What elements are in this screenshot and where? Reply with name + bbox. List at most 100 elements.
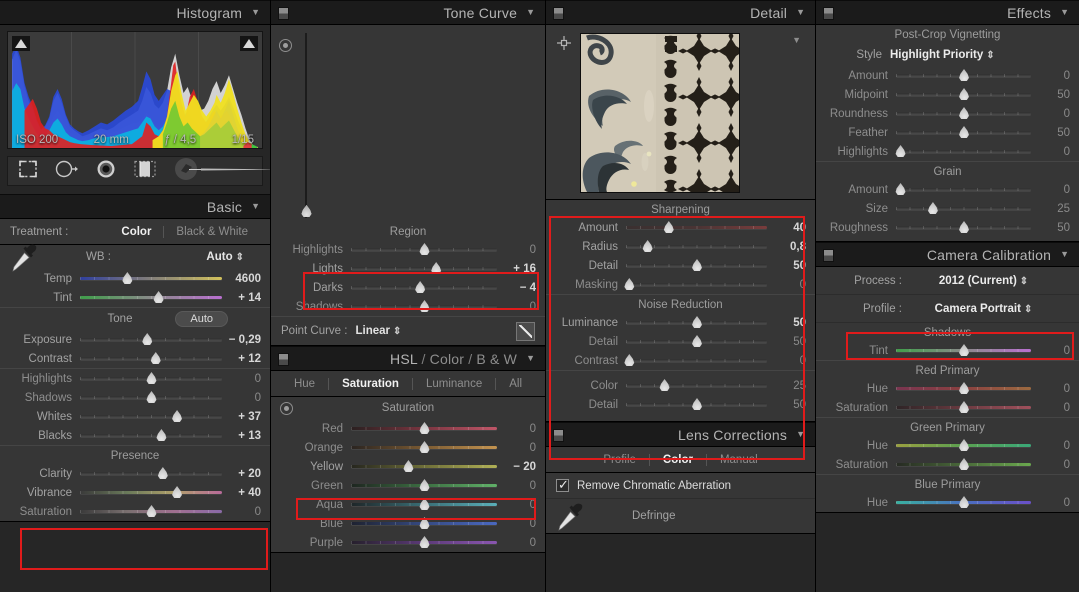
slider-value[interactable]: 0 [1037, 146, 1079, 158]
style-value[interactable]: Highlight Priority ⇕ [890, 49, 995, 61]
slider-track[interactable] [896, 88, 1031, 100]
slider-track[interactable] [351, 460, 497, 472]
slider-track[interactable] [351, 262, 497, 274]
tab-all[interactable]: All [496, 378, 535, 390]
slider-track[interactable] [896, 202, 1031, 214]
slider-value[interactable]: 0 [1037, 70, 1079, 82]
slider-value[interactable]: 0 [1037, 459, 1079, 471]
chevron-down-icon[interactable]: ▼ [1060, 8, 1069, 17]
slider-value[interactable]: 50 [1037, 127, 1079, 139]
point-curve-value[interactable]: Linear ⇕ [355, 325, 401, 337]
slider-track[interactable] [626, 221, 767, 233]
chevron-down-icon[interactable]: ▼ [796, 430, 805, 439]
slider-track[interactable] [80, 391, 222, 403]
eyedropper-icon[interactable] [6, 242, 46, 272]
slider-track[interactable] [626, 240, 767, 252]
slider-value[interactable]: − 0,29 [228, 334, 270, 346]
slider-value[interactable]: 0 [1037, 184, 1079, 196]
treatment-option-bw[interactable]: Black & White [164, 226, 260, 238]
slider-track[interactable] [351, 479, 497, 491]
tab-hue[interactable]: Hue [281, 378, 328, 390]
color-word[interactable]: Color [430, 351, 464, 367]
shadow-clipping-indicator[interactable] [12, 36, 30, 51]
remove-chromatic-aberration-checkbox[interactable] [556, 477, 569, 493]
panel-switch-icon[interactable] [823, 249, 834, 262]
profile-value[interactable]: Camera Portrait ⇕ [935, 303, 1047, 315]
chevron-down-icon[interactable]: ▼ [526, 8, 535, 17]
edit-point-curve-icon[interactable] [516, 321, 535, 341]
panel-switch-icon[interactable] [278, 7, 289, 20]
highlight-clipping-indicator[interactable] [240, 36, 258, 51]
slider-track[interactable] [80, 486, 222, 498]
slider-value[interactable]: + 37 [228, 411, 270, 423]
slider-track[interactable] [896, 221, 1031, 233]
panel-header-histogram[interactable]: Histogram ▼ [0, 0, 270, 25]
detail-preview-image[interactable] [580, 33, 740, 193]
slider-track[interactable] [896, 344, 1031, 356]
slider-value[interactable]: 0 [1037, 345, 1079, 357]
slider-value[interactable]: 0 [773, 355, 815, 367]
tone-curve-graph[interactable] [305, 33, 507, 222]
slider-track[interactable] [896, 496, 1031, 508]
slider-value[interactable]: + 14 [228, 292, 270, 304]
chevron-down-icon[interactable]: ▼ [796, 8, 805, 17]
slider-track[interactable] [351, 243, 497, 255]
panel-switch-icon[interactable] [553, 7, 564, 20]
slider-track[interactable] [80, 505, 222, 517]
slider-track[interactable] [896, 69, 1031, 81]
slider-value[interactable]: + 16 [503, 263, 545, 275]
slider-value[interactable]: − 20 [503, 461, 545, 473]
slider-track[interactable] [624, 278, 767, 290]
slider-value[interactable]: 0 [1037, 108, 1079, 120]
defringe-eyedropper-icon[interactable] [552, 501, 592, 531]
slider-track[interactable] [351, 300, 497, 312]
slider-value[interactable]: + 13 [228, 430, 270, 442]
slider-value[interactable]: 50 [773, 336, 815, 348]
slider-value[interactable]: 0 [1037, 440, 1079, 452]
panel-header-effects[interactable]: Effects ▼ [816, 0, 1079, 25]
slider-value[interactable]: 0 [1037, 383, 1079, 395]
slider-track[interactable] [351, 281, 497, 293]
slider-track[interactable] [80, 291, 222, 303]
panel-header-basic[interactable]: Basic ▼ [0, 194, 270, 219]
slider-value[interactable]: − 4 [503, 282, 545, 294]
process-value[interactable]: 2012 (Current) ⇕ [939, 275, 1042, 287]
slider-track[interactable] [896, 401, 1031, 413]
slider-track[interactable] [80, 352, 222, 364]
slider-track[interactable] [351, 441, 497, 453]
slider-value[interactable]: 50 [1037, 222, 1079, 234]
tab-manual[interactable]: Manual [707, 454, 771, 466]
slider-track[interactable] [80, 410, 222, 422]
slider-track[interactable] [896, 126, 1031, 138]
slider-track[interactable] [351, 517, 497, 529]
slider-value[interactable]: 0 [503, 244, 545, 256]
slider-value[interactable]: 50 [773, 399, 815, 411]
slider-value[interactable]: 50 [773, 260, 815, 272]
hsl-word[interactable]: HSL [390, 351, 417, 367]
slider-value[interactable]: 0 [503, 301, 545, 313]
auto-tone-button[interactable]: Auto [175, 311, 228, 327]
slider-value[interactable]: 0 [503, 480, 545, 492]
chevron-down-icon[interactable]: ▼ [251, 202, 260, 211]
slider-value[interactable]: 0 [1037, 497, 1079, 509]
tone-curve-region-ramp[interactable] [301, 205, 312, 218]
targeted-adjustment-tool-tone-curve[interactable] [279, 33, 305, 218]
slider-track[interactable] [896, 458, 1031, 470]
tab-color[interactable]: Color [650, 454, 706, 466]
histogram-graph[interactable]: ISO 200 20 mm ƒ / 4,5 1/15 [7, 31, 263, 149]
targeted-adjustment-tool-hsl[interactable] [271, 401, 301, 415]
slider-track[interactable] [626, 259, 767, 271]
slider-value[interactable]: + 40 [228, 487, 270, 499]
bw-word[interactable]: B & W [476, 351, 517, 367]
slider-value[interactable]: 0,8 [773, 241, 815, 253]
slider-track[interactable] [80, 372, 222, 384]
slider-value[interactable]: + 12 [228, 353, 270, 365]
slider-track[interactable] [80, 272, 222, 284]
slider-track[interactable] [626, 398, 767, 410]
chevron-down-icon[interactable]: ▼ [526, 354, 535, 363]
remove-chromatic-aberration-row[interactable]: Remove Chromatic Aberration [546, 473, 815, 499]
graduated-filter-icon[interactable] [132, 159, 158, 184]
treatment-option-color[interactable]: Color [109, 226, 163, 238]
slider-value[interactable]: 0 [503, 518, 545, 530]
slider-track[interactable] [896, 382, 1031, 394]
